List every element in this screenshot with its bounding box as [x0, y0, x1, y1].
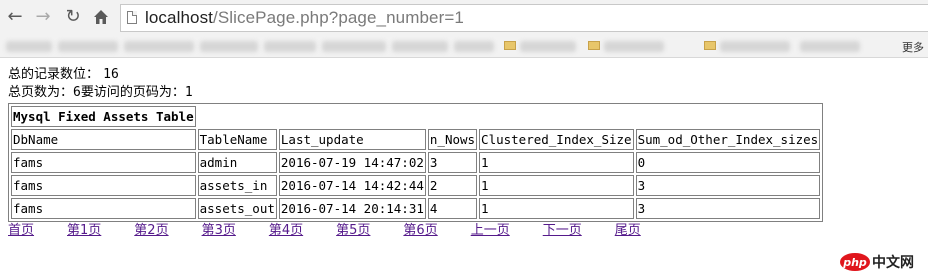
table-caption: Mysql Fixed Assets Table — [11, 106, 196, 127]
total-pages-value: 6 — [73, 85, 81, 100]
table-cell: 1 — [479, 175, 634, 196]
table-cell: 1 — [479, 152, 634, 173]
pager-page-4-link[interactable]: 第4页 — [269, 223, 303, 238]
pager-next-link[interactable]: 下一页 — [543, 223, 582, 238]
table-cell: 1 — [479, 198, 634, 219]
address-bar[interactable]: localhost/SlicePage.php?page_number=1 — [120, 4, 928, 32]
table-cell: fams — [11, 175, 196, 196]
folder-icon — [504, 41, 516, 50]
pagination: 首页 第1页 第2页 第3页 第4页 第5页 第6页 上一页 下一页 尾页 — [8, 222, 823, 240]
visit-page-value: 1 — [184, 85, 193, 100]
blurred-bookmark[interactable] — [6, 41, 52, 52]
watermark-text: 中文网 — [872, 255, 914, 271]
assets-table: Mysql Fixed Assets Table DbName TableNam… — [8, 103, 824, 222]
header-cell-tablename: TableName — [197, 129, 277, 150]
pager-last-link[interactable]: 尾页 — [615, 223, 641, 238]
pager-page-2-link[interactable]: 第2页 — [134, 223, 168, 238]
pager-page-6-link[interactable]: 第6页 — [403, 223, 437, 238]
watermark: php 中文网 — [840, 252, 914, 272]
bookmarks-bar: 更多 — [0, 36, 928, 58]
blurred-bookmark[interactable] — [720, 41, 790, 52]
blurred-bookmark[interactable] — [200, 41, 258, 52]
total-records-label: 总的记录数位： — [8, 67, 100, 82]
header-cell-other-index-sizes: Sum_od_Other_Index_sizes — [635, 129, 821, 150]
blurred-bookmark[interactable] — [604, 41, 664, 52]
blurred-bookmark[interactable] — [392, 41, 448, 52]
total-pages-line: 总页数为：6要访问的页码为：1 — [8, 84, 823, 102]
home-icon[interactable] — [90, 6, 112, 28]
page-icon — [127, 11, 137, 24]
browser-toolbar: ← → ↻ localhost/SlicePage.php?page_numbe… — [0, 0, 928, 36]
table-cell: fams — [11, 198, 196, 219]
pager-page-5-link[interactable]: 第5页 — [336, 223, 370, 238]
header-cell-last-update: Last_update — [278, 129, 426, 150]
visit-page-label: 要访问的页码为： — [80, 85, 185, 100]
table-cell: assets_out — [197, 198, 277, 219]
table-row: fams admin 2016-07-19 14:47:02 3 1 0 — [11, 152, 821, 173]
php-logo-icon: php — [840, 253, 870, 271]
total-pages-label: 总页数为： — [8, 85, 74, 100]
header-cell-n-nows: n_Nows — [427, 129, 478, 150]
table-cell: 2016-07-19 14:47:02 — [278, 152, 426, 173]
blurred-bookmark[interactable] — [520, 41, 576, 52]
table-cell: assets_in — [197, 175, 277, 196]
blurred-bookmark[interactable] — [58, 41, 118, 52]
pager-page-1-link[interactable]: 第1页 — [67, 223, 101, 238]
table-cell: 2016-07-14 14:42:44 — [278, 175, 426, 196]
table-header-row: DbName TableName Last_update n_Nows Clus… — [11, 129, 821, 150]
blurred-bookmark[interactable] — [264, 41, 316, 52]
blurred-bookmark[interactable] — [322, 41, 386, 52]
url-text: localhost/SlicePage.php?page_number=1 — [145, 8, 464, 28]
url-host: localhost — [145, 8, 213, 27]
pager-page-3-link[interactable]: 第3页 — [202, 223, 236, 238]
pager-first-link[interactable]: 首页 — [8, 223, 34, 238]
table-cell: 4 — [427, 198, 478, 219]
folder-icon — [704, 41, 716, 50]
table-cell: 0 — [635, 152, 821, 173]
table-cell: admin — [197, 152, 277, 173]
blurred-bookmark[interactable] — [800, 41, 860, 52]
total-records-value: 16 — [103, 67, 119, 82]
back-arrow-icon[interactable]: ← — [4, 6, 26, 28]
table-cell: 3 — [635, 198, 821, 219]
table-cell: 3 — [427, 152, 478, 173]
url-path: /SlicePage.php?page_number=1 — [213, 8, 464, 27]
blurred-bookmark[interactable] — [124, 41, 194, 52]
blurred-bookmark[interactable] — [454, 41, 494, 52]
table-cell: 2 — [427, 175, 478, 196]
table-cell: 2016-07-14 20:14:31 — [278, 198, 426, 219]
pager-prev-link[interactable]: 上一页 — [471, 223, 510, 238]
forward-arrow-icon[interactable]: → — [32, 6, 54, 28]
table-caption-row: Mysql Fixed Assets Table — [11, 106, 820, 127]
folder-icon — [588, 41, 600, 50]
table-row: fams assets_in 2016-07-14 14:42:44 2 1 3 — [11, 175, 821, 196]
table-cell: fams — [11, 152, 196, 173]
page-content: 总的记录数位： 16 总页数为：6要访问的页码为：1 Mysql Fixed A… — [8, 66, 824, 240]
header-cell-dbname: DbName — [11, 129, 196, 150]
bookmarks-more[interactable]: 更多 — [902, 39, 924, 55]
reload-icon[interactable]: ↻ — [62, 6, 84, 28]
header-cell-clustered-index-size: Clustered_Index_Size — [479, 129, 634, 150]
table-cell: 3 — [635, 175, 821, 196]
total-records-line: 总的记录数位： 16 — [8, 66, 823, 84]
table-row: fams assets_out 2016-07-14 20:14:31 4 1 … — [11, 198, 821, 219]
